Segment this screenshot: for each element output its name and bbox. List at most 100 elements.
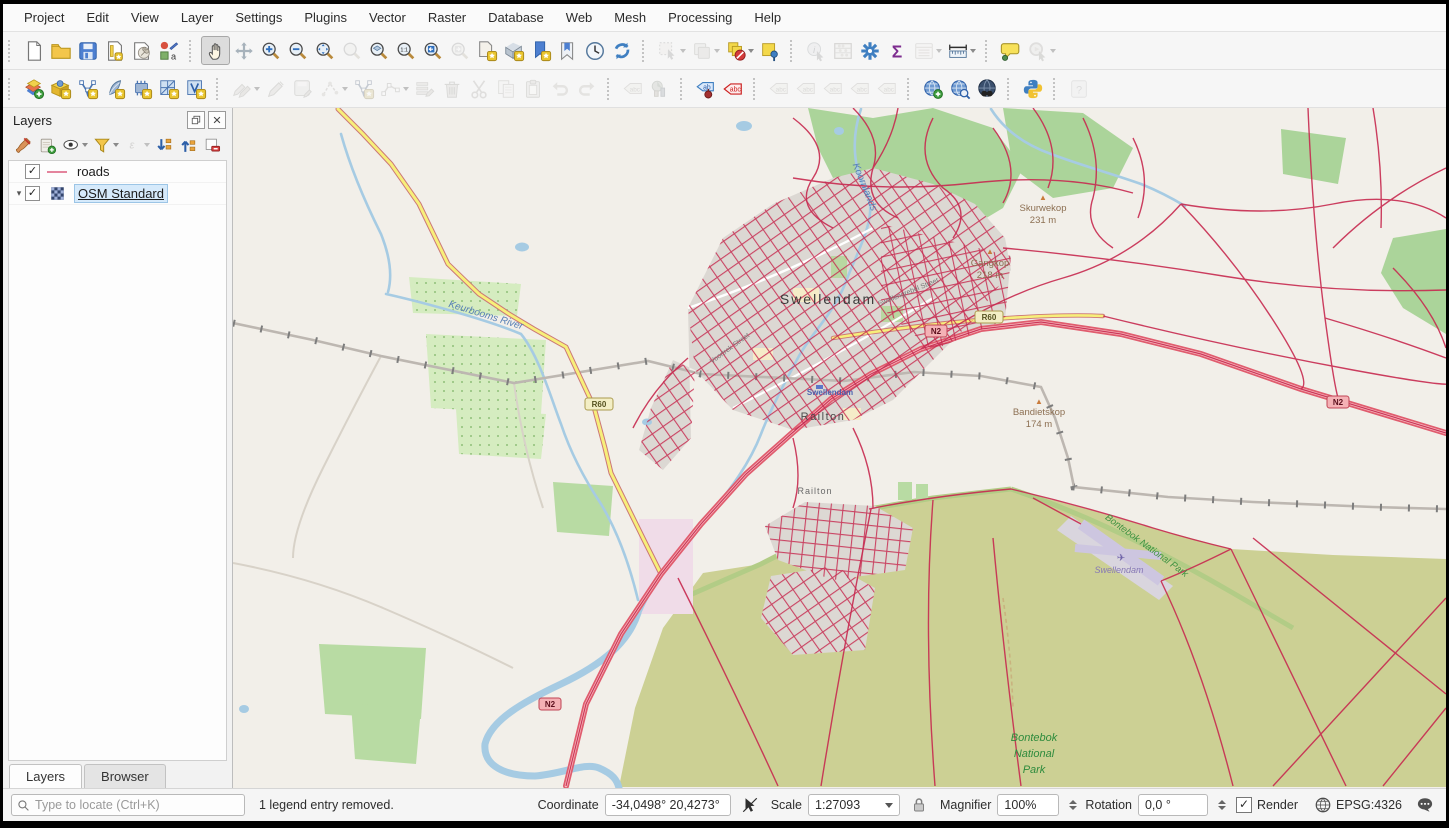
menu-edit[interactable]: Edit <box>75 6 119 29</box>
map-canvas[interactable]: SwellendamRailtonRailton▲Skurwekop231 m▲… <box>233 108 1446 788</box>
layer-osm-expander[interactable]: ▾ <box>13 188 25 199</box>
map-label: ✈ <box>1117 553 1125 564</box>
layout-manager-button[interactable] <box>128 37 155 64</box>
pan-button[interactable] <box>201 36 230 65</box>
map-tips-button[interactable] <box>997 37 1024 64</box>
zoom-out-button[interactable] <box>284 37 311 64</box>
layer-roads-checkbox[interactable]: ✓ <box>25 164 40 179</box>
layer-row-osm-standard[interactable]: ▾ ✓ OSM Standard <box>9 183 226 205</box>
map-render: SwellendamRailtonRailton▲Skurwekop231 m▲… <box>233 108 1446 788</box>
collapse-all-button[interactable] <box>176 133 200 157</box>
style-brush-button[interactable] <box>11 133 35 157</box>
select-rect-button <box>654 37 681 64</box>
deselect-button[interactable] <box>722 37 749 64</box>
zoom-layer-button[interactable] <box>365 37 392 64</box>
diagram-options-button <box>646 75 673 102</box>
new-bookmark-button[interactable] <box>527 37 554 64</box>
show-bookmarks-button[interactable] <box>554 37 581 64</box>
menu-vector[interactable]: Vector <box>358 6 417 29</box>
style-manager-button[interactable] <box>155 37 182 64</box>
menu-plugins[interactable]: Plugins <box>293 6 358 29</box>
show-hide-labels-button <box>792 75 819 102</box>
layer-osm-label[interactable]: OSM Standard <box>74 184 168 203</box>
menu-view[interactable]: View <box>120 6 170 29</box>
save-project-button[interactable] <box>74 37 101 64</box>
layer-osm-checkbox[interactable]: ✓ <box>25 186 40 201</box>
remove-layer-button[interactable] <box>200 133 224 157</box>
scale-dropdown-arrow[interactable] <box>885 803 893 808</box>
layer-row-roads[interactable]: ✓ roads <box>9 161 226 183</box>
label-abc-red-button[interactable] <box>719 75 746 102</box>
map-label: Railton <box>801 411 846 423</box>
render-checkbox[interactable]: ✓ <box>1236 797 1252 813</box>
temporal-controller-button[interactable] <box>581 37 608 64</box>
magnifier-spin-buttons[interactable] <box>1069 799 1077 811</box>
menu-project[interactable]: Project <box>13 6 75 29</box>
zoom-next-button <box>446 37 473 64</box>
layer-tree: ✓ roads ▾ ✓ OSM Standard <box>8 160 227 761</box>
globe-add-button[interactable] <box>919 75 946 102</box>
measure-button[interactable] <box>944 37 971 64</box>
new-spatialite-button[interactable] <box>101 75 128 102</box>
panel-close-button[interactable] <box>208 111 226 129</box>
new-scratch-button[interactable] <box>128 75 155 102</box>
add-feature-button <box>350 75 377 102</box>
search-icon <box>17 799 30 812</box>
panel-float-button[interactable] <box>187 111 205 129</box>
menu-processing[interactable]: Processing <box>657 6 743 29</box>
menu-database[interactable]: Database <box>477 6 555 29</box>
lock-scale-icon[interactable] <box>910 796 928 814</box>
zoom-last-button[interactable] <box>419 37 446 64</box>
new-3d-map-view-button[interactable] <box>500 37 527 64</box>
layer-roads-label[interactable]: roads <box>74 163 113 180</box>
magnifier-spinbox[interactable]: 100% <box>997 794 1059 816</box>
tab-layers[interactable]: Layers <box>9 764 82 788</box>
messages-icon[interactable] <box>1416 796 1434 814</box>
zoom-in-button[interactable] <box>257 37 284 64</box>
python-console-button[interactable] <box>1019 75 1046 102</box>
new-virtual-button[interactable] <box>182 75 209 102</box>
menu-layer[interactable]: Layer <box>170 6 225 29</box>
menu-help[interactable]: Help <box>743 6 792 29</box>
toolbar-grip <box>607 78 616 100</box>
new-mesh-button[interactable] <box>155 75 182 102</box>
filter-legend-button[interactable] <box>90 133 114 157</box>
zoom-native-button[interactable] <box>392 37 419 64</box>
new-geopackage-button[interactable] <box>47 75 74 102</box>
toolbar-grip <box>1053 78 1062 100</box>
rotation-spin-buttons[interactable] <box>1218 799 1226 811</box>
toggle-editing-button <box>262 75 289 102</box>
menu-raster[interactable]: Raster <box>417 6 477 29</box>
tab-browser[interactable]: Browser <box>84 764 166 788</box>
open-project-button[interactable] <box>47 37 74 64</box>
globe-dark-button[interactable] <box>973 75 1000 102</box>
data-source-manager-button[interactable] <box>20 75 47 102</box>
globe-search-button[interactable] <box>946 75 973 102</box>
expand-all-button[interactable] <box>152 133 176 157</box>
pan-selection-button[interactable] <box>230 37 257 64</box>
menu-web[interactable]: Web <box>555 6 604 29</box>
scale-combobox[interactable]: 1:27093 <box>808 794 900 816</box>
coordinate-input[interactable]: -34,0498° 20,4273° <box>605 794 731 816</box>
menu-settings[interactable]: Settings <box>224 6 293 29</box>
crs-value[interactable]: EPSG:4326 <box>1336 798 1402 812</box>
paste-features-button <box>519 75 546 102</box>
add-group-button[interactable] <box>35 133 59 157</box>
menu-mesh[interactable]: Mesh <box>603 6 657 29</box>
select-value-button[interactable] <box>756 37 783 64</box>
toolbar-grip <box>1007 78 1016 100</box>
new-map-view-button[interactable] <box>473 37 500 64</box>
new-layout-button[interactable] <box>101 37 128 64</box>
crs-globe-icon[interactable] <box>1314 796 1332 814</box>
manage-themes-button[interactable] <box>59 133 83 157</box>
locator-search-input[interactable]: Type to locate (Ctrl+K) <box>11 794 245 816</box>
extents-toggle-icon[interactable] <box>741 796 759 814</box>
zoom-full-button[interactable] <box>311 37 338 64</box>
statistics-button[interactable] <box>883 37 910 64</box>
processing-toolbox-button[interactable] <box>856 37 883 64</box>
new-shapefile-button[interactable] <box>74 75 101 102</box>
rotation-spinbox[interactable]: 0,0 ° <box>1138 794 1208 816</box>
label-pin-blue-button[interactable] <box>692 75 719 102</box>
refresh-button[interactable] <box>608 37 635 64</box>
new-project-button[interactable] <box>20 37 47 64</box>
